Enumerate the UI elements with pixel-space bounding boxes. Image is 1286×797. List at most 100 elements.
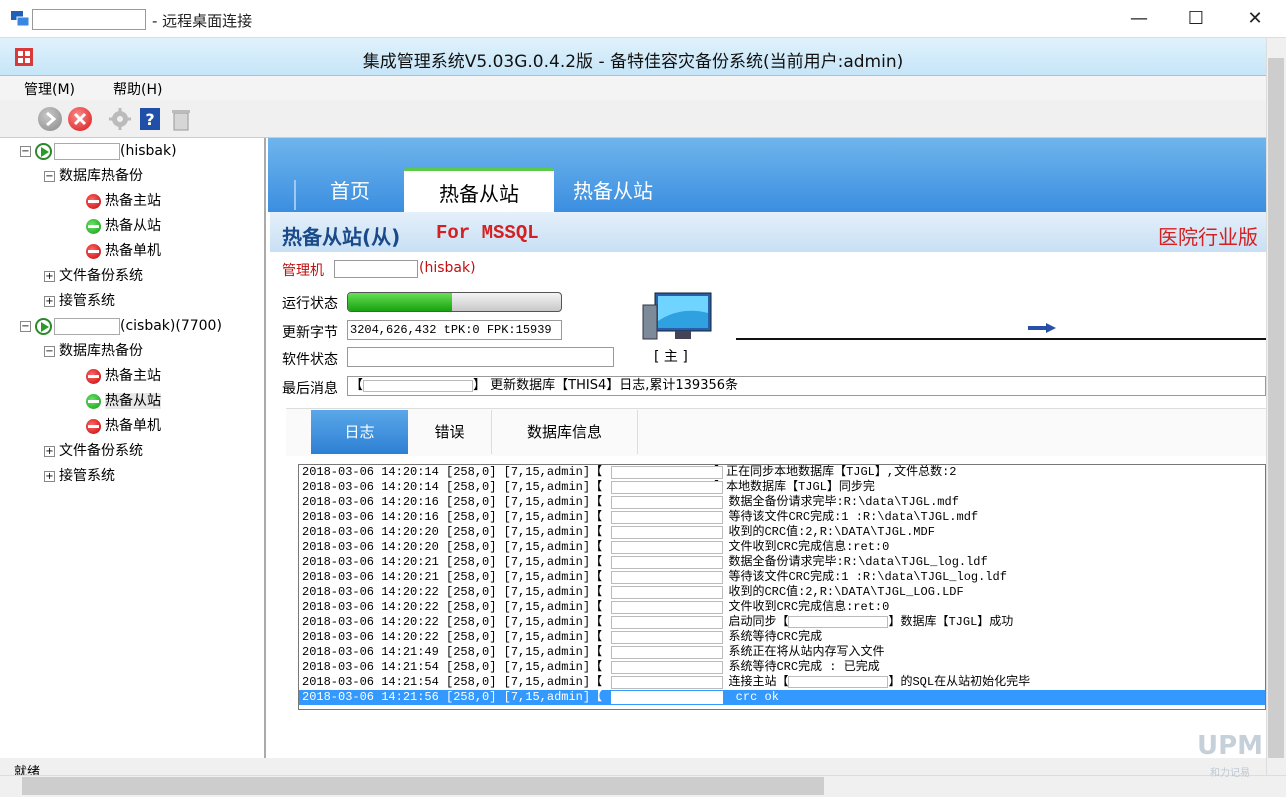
log-row[interactable]: 2018-03-06 14:20:16 [258,0] [7,15,admin]… <box>299 495 1265 510</box>
tree-db-hotbackup[interactable]: − 数据库热备份 <box>14 164 264 189</box>
masked-host <box>611 661 723 674</box>
masked-host <box>611 556 723 569</box>
log-message: 收到的CRC值:2,R:\DATA\TJGL_LOG.LDF <box>714 585 964 599</box>
log-message: 文件收到CRC完成信息:ret:0 <box>714 540 890 554</box>
log-row[interactable]: 2018-03-06 14:20:22 [258,0] [7,15,admin]… <box>299 585 1265 600</box>
log-timestamp: 2018-03-06 14:20:14 <box>302 465 439 479</box>
log-user: [7,15,admin]【 <box>503 495 603 509</box>
tree-label: 热备单机 <box>105 418 161 434</box>
log-row[interactable]: 2018-03-06 14:21:56 [258,0] [7,15,admin]… <box>299 690 1265 705</box>
tree-item-master[interactable]: 热备主站 <box>14 189 264 214</box>
log-row[interactable]: 2018-03-06 14:20:16 [258,0] [7,15,admin]… <box>299 510 1265 525</box>
minimize-button[interactable]: — <box>1124 6 1154 32</box>
rdp-title: - 远程桌面连接 <box>152 12 253 30</box>
software-status-field <box>347 347 614 367</box>
log-message: 连接主站【 <box>714 675 789 689</box>
tree-file-backup[interactable]: + 文件备份系统 <box>14 264 264 289</box>
expand-icon[interactable]: + <box>44 445 55 457</box>
log-row[interactable]: 2018-03-06 14:20:14 [258,0] [7,15,admin]… <box>299 465 1265 480</box>
tree-label-selected: 热备从站 <box>105 393 161 409</box>
stop-icon[interactable] <box>68 107 92 131</box>
masked-host <box>611 526 723 539</box>
log-row[interactable]: 2018-03-06 14:20:20 [258,0] [7,15,admin]… <box>299 540 1265 555</box>
tree-label: 数据库热备份 <box>59 168 143 184</box>
trash-icon[interactable] <box>170 107 192 131</box>
tree-label: 文件备份系统 <box>59 268 143 284</box>
log-row[interactable]: 2018-03-06 14:21:54 [258,0] [7,15,admin]… <box>299 660 1265 675</box>
log-row[interactable]: 2018-03-06 14:20:20 [258,0] [7,15,admin]… <box>299 525 1265 540</box>
log-row[interactable]: 2018-03-06 14:20:21 [258,0] [7,15,admin]… <box>299 570 1265 585</box>
masked-host <box>611 616 723 629</box>
tree-db-hotbackup[interactable]: − 数据库热备份 <box>14 339 264 364</box>
tree-host-hisbak[interactable]: − (hisbak) <box>14 139 264 164</box>
tree-takeover[interactable]: + 接管系统 <box>14 464 264 489</box>
tree-file-backup[interactable]: + 文件备份系统 <box>14 439 264 464</box>
maximize-button[interactable]: ☐ <box>1181 6 1211 32</box>
stopped-icon <box>86 418 101 434</box>
log-user: [7,15,admin]【 <box>503 690 603 704</box>
log-user: [7,15,admin]【 <box>503 570 603 584</box>
tree-label: 接管系统 <box>59 293 115 309</box>
expand-icon[interactable]: + <box>44 270 55 282</box>
log-message: 数据全备份请求完毕:R:\data\TJGL_log.ldf <box>714 555 988 569</box>
menu-manage[interactable]: 管理(M) <box>24 79 75 99</box>
log-row[interactable]: 2018-03-06 14:21:49 [258,0] [7,15,admin]… <box>299 645 1265 660</box>
go-icon[interactable] <box>38 107 62 131</box>
run-status-progress-fill <box>348 293 453 311</box>
menu-help[interactable]: 帮助(H) <box>113 79 162 99</box>
log-row[interactable]: 2018-03-06 14:20:22 [258,0] [7,15,admin]… <box>299 615 1265 630</box>
help-icon[interactable]: ? <box>139 107 161 131</box>
tab-log[interactable]: 日志 <box>311 410 408 454</box>
last-message-field: 【 】 更新数据库【THIS4】日志,累计139356条 <box>347 376 1266 396</box>
log-message: 数据全备份请求完毕:R:\data\TJGL.mdf <box>714 495 959 509</box>
vertical-scroll-thumb[interactable] <box>1268 58 1284 758</box>
collapse-icon[interactable]: − <box>20 320 31 332</box>
log-message: 收到的CRC值:2,R:\DATA\TJGL.MDF <box>714 525 935 539</box>
horizontal-scroll-thumb[interactable] <box>22 777 824 795</box>
tab-slave[interactable]: 热备从站 <box>554 168 672 212</box>
log-code: [258,0] <box>446 480 497 494</box>
update-bytes-field: 3204,626,432 tPK:0 FPK:15939 <box>347 320 562 340</box>
running-status-icon <box>86 218 101 234</box>
expand-icon[interactable]: + <box>44 295 55 307</box>
tree-label: 文件备份系统 <box>59 443 143 459</box>
tree-item-standalone[interactable]: 热备单机 <box>14 414 264 439</box>
tree-takeover[interactable]: + 接管系统 <box>14 289 264 314</box>
stopped-icon <box>86 193 101 209</box>
tab-slave-active[interactable]: 热备从站 <box>404 168 554 212</box>
log-code: [258,0] <box>446 675 497 689</box>
log-row[interactable]: 2018-03-06 14:20:21 [258,0] [7,15,admin]… <box>299 555 1265 570</box>
collapse-icon[interactable]: − <box>44 170 55 182</box>
tree-host-cisbak[interactable]: − (cisbak)(7700) <box>14 314 264 339</box>
last-message-bracket-close: 】 <box>473 378 487 393</box>
tree-item-slave[interactable]: 热备从站 <box>14 389 264 414</box>
tree-item-standalone[interactable]: 热备单机 <box>14 239 264 264</box>
tab-db-info[interactable]: 数据库信息 <box>492 410 638 454</box>
masked-host <box>611 691 723 704</box>
collapse-icon[interactable]: − <box>20 145 31 157</box>
log-user: [7,15,admin]【 <box>503 510 603 524</box>
log-user: [7,15,admin]【 <box>503 630 603 644</box>
log-timestamp: 2018-03-06 14:20:14 <box>302 480 439 494</box>
svg-text:UPM: UPM <box>1197 731 1263 760</box>
tree-item-master[interactable]: 热备主站 <box>14 364 264 389</box>
stopped-icon <box>86 243 101 259</box>
settings-icon[interactable] <box>108 107 132 131</box>
expand-icon[interactable]: + <box>44 470 55 482</box>
close-button[interactable]: ✕ <box>1240 6 1270 32</box>
log-row[interactable]: 2018-03-06 14:20:22 [258,0] [7,15,admin]… <box>299 630 1265 645</box>
collapse-icon[interactable]: − <box>44 345 55 357</box>
log-list[interactable]: 2018-03-06 14:20:14 [258,0] [7,15,admin]… <box>298 464 1266 710</box>
log-row[interactable]: 2018-03-06 14:20:22 [258,0] [7,15,admin]… <box>299 600 1265 615</box>
log-row[interactable]: 2018-03-06 14:21:54 [258,0] [7,15,admin]… <box>299 675 1265 690</box>
log-code: [258,0] <box>446 510 497 524</box>
tab-home[interactable]: 首页 <box>296 168 404 212</box>
masked-host <box>611 646 723 659</box>
host-name-field <box>54 142 120 160</box>
masked-host <box>788 615 889 628</box>
log-row[interactable]: 2018-03-06 14:20:14 [258,0] [7,15,admin]… <box>299 480 1265 495</box>
run-status-progress <box>347 292 562 312</box>
tab-errors[interactable]: 错误 <box>408 410 492 454</box>
tree-item-slave[interactable]: 热备从站 <box>14 214 264 239</box>
log-code: [258,0] <box>446 525 497 539</box>
